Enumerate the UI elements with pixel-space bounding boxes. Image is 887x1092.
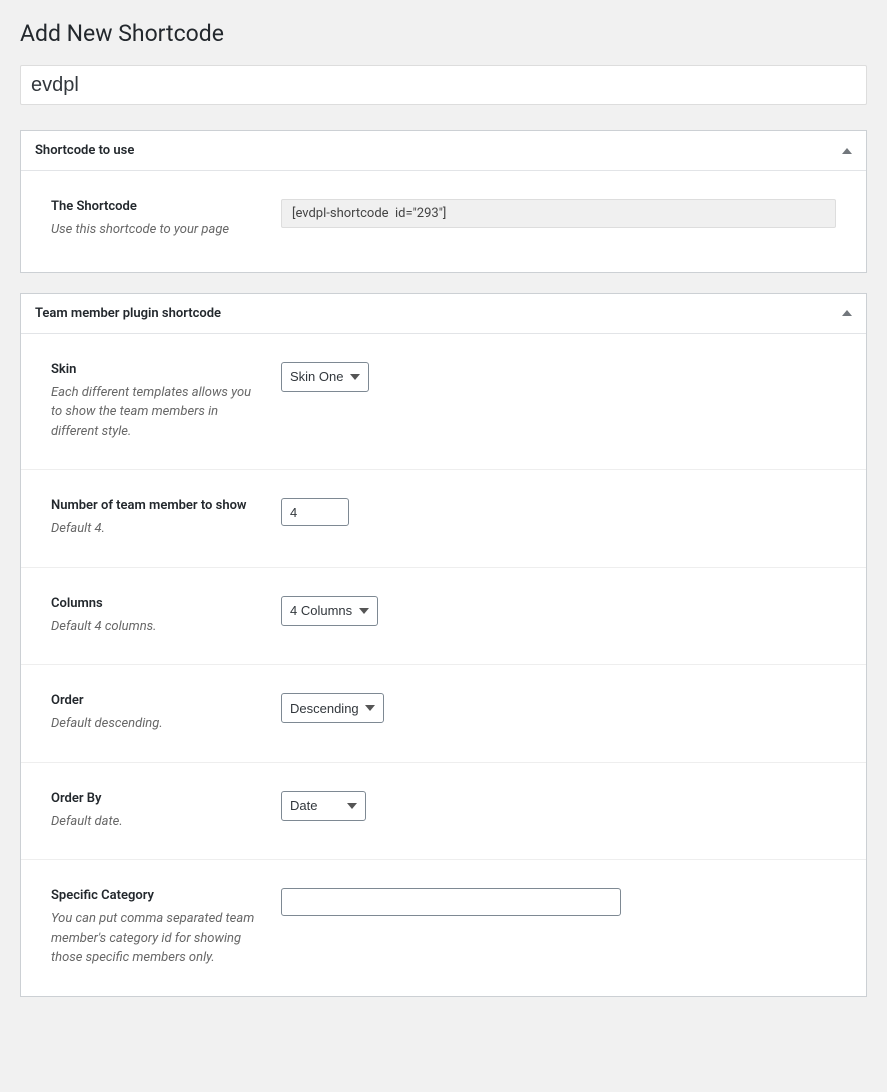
field-label: Number of team member to show xyxy=(51,498,261,513)
field-description: You can put comma separated team member'… xyxy=(51,911,254,965)
shortcode-output[interactable] xyxy=(281,199,836,228)
category-input[interactable] xyxy=(281,888,621,916)
field-label: Specific Category xyxy=(51,888,261,903)
field-description: Each different templates allows you to s… xyxy=(51,385,251,439)
metabox-team-member-settings: Team member plugin shortcode Skin Each d… xyxy=(20,293,867,997)
field-label: Order By xyxy=(51,791,261,806)
metabox-title: Team member plugin shortcode xyxy=(35,306,221,321)
field-label: Order xyxy=(51,693,261,708)
metabox-header[interactable]: Team member plugin shortcode xyxy=(21,294,866,334)
field-label: Columns xyxy=(51,596,261,611)
field-description: Default date. xyxy=(51,814,123,829)
metabox-title: Shortcode to use xyxy=(35,143,134,158)
columns-select[interactable]: 4 Columns xyxy=(281,596,378,626)
collapse-icon xyxy=(842,148,852,154)
orderby-select[interactable]: Date xyxy=(281,791,366,821)
order-select[interactable]: Descending xyxy=(281,693,384,723)
field-description: Use this shortcode to your page xyxy=(51,222,229,237)
shortcode-title-input[interactable] xyxy=(20,65,867,105)
field-label: Skin xyxy=(51,362,261,377)
page-title: Add New Shortcode xyxy=(20,20,867,47)
collapse-icon xyxy=(842,310,852,316)
member-count-input[interactable] xyxy=(281,498,349,526)
field-description: Default descending. xyxy=(51,716,163,731)
skin-select[interactable]: Skin One xyxy=(281,362,369,392)
metabox-header[interactable]: Shortcode to use xyxy=(21,131,866,171)
field-description: Default 4 columns. xyxy=(51,619,157,634)
field-description: Default 4. xyxy=(51,521,105,536)
metabox-shortcode-to-use: Shortcode to use The Shortcode Use this … xyxy=(20,130,867,273)
field-label: The Shortcode xyxy=(51,199,261,214)
